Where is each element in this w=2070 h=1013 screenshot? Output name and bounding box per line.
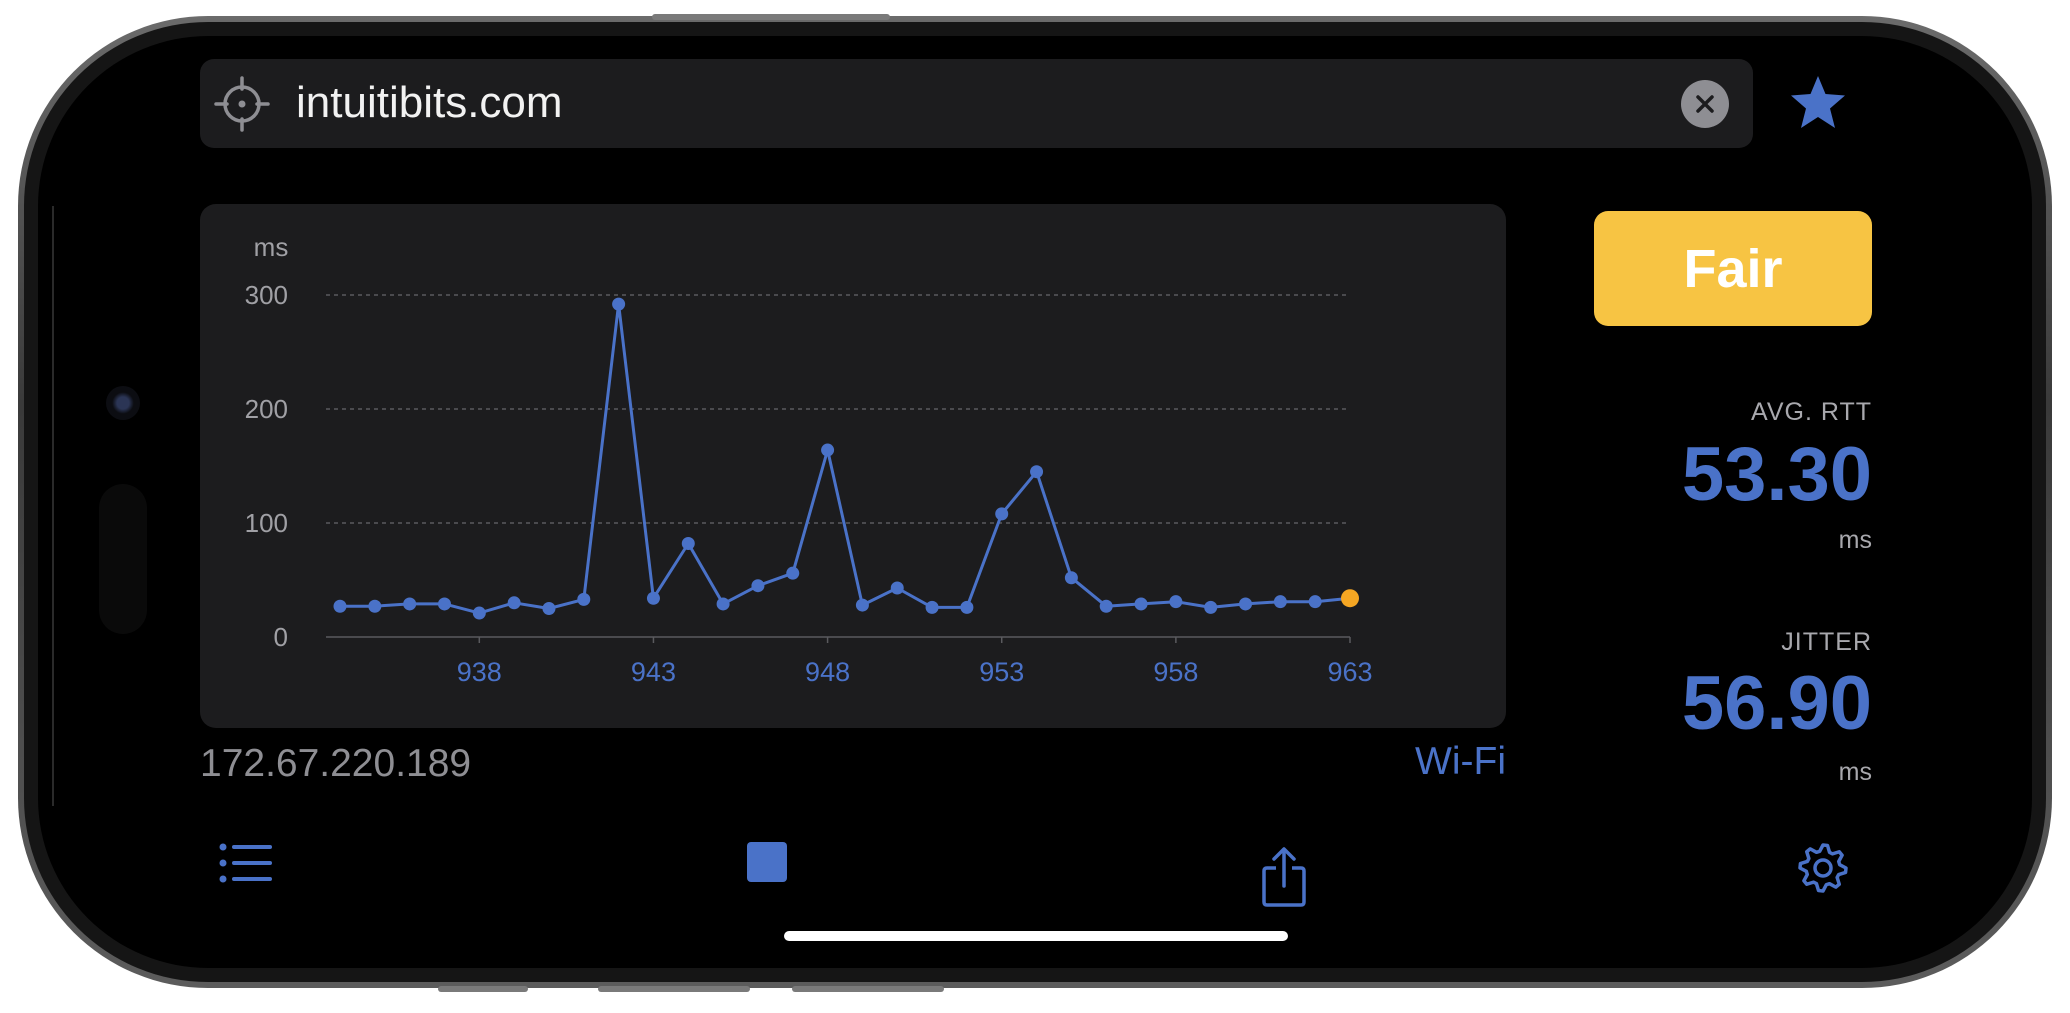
clear-button[interactable]	[1681, 80, 1729, 128]
data-point	[995, 507, 1009, 521]
data-point	[1169, 595, 1183, 609]
data-point	[1239, 597, 1253, 611]
data-point	[507, 596, 521, 610]
screen: intuitibits.com ms 0 100 200 300 938 943 948 953…	[38, 36, 2032, 968]
data-point	[542, 602, 556, 615]
data-point	[403, 597, 417, 611]
bottom-side-button-2	[598, 986, 750, 992]
data-point	[786, 566, 800, 580]
latency-chart: ms 0 100 200 300 938 943 948 953 958 963	[200, 204, 1506, 728]
bottom-side-button-1	[438, 986, 528, 992]
gear-icon[interactable]	[1796, 841, 1850, 895]
data-point	[960, 600, 974, 614]
jitter-value: 56.90	[1681, 661, 1872, 746]
x-tick-label: 953	[979, 657, 1024, 687]
data-point	[821, 443, 835, 457]
data-point	[1064, 571, 1078, 585]
data-point	[577, 592, 591, 606]
x-tick-label: 938	[457, 657, 502, 687]
address-bar[interactable]: intuitibits.com	[200, 59, 1753, 148]
data-point	[1308, 595, 1322, 609]
y-tick-label: 300	[245, 280, 288, 310]
jitter-label: JITTER	[1781, 628, 1872, 656]
stop-icon[interactable]	[747, 842, 787, 882]
star-icon[interactable]	[1788, 72, 1848, 132]
list-icon[interactable]	[218, 841, 274, 885]
latest-data-point	[1341, 589, 1359, 608]
top-side-button	[652, 14, 890, 20]
screen-edge	[52, 206, 54, 806]
y-tick-label: 100	[245, 508, 288, 538]
ip-address: 172.67.220.189	[200, 742, 472, 785]
share-icon[interactable]	[1260, 846, 1308, 908]
data-point	[472, 606, 486, 620]
data-point	[612, 297, 626, 311]
x-tick-label: 948	[805, 657, 850, 687]
jitter-unit: ms	[1838, 758, 1872, 786]
data-point	[855, 598, 869, 612]
y-tick-label: 200	[245, 394, 288, 424]
data-point	[1030, 465, 1044, 479]
connection-type: Wi-Fi	[1415, 740, 1506, 783]
data-point	[333, 599, 347, 613]
x-tick-label: 943	[631, 657, 676, 687]
camera	[106, 386, 140, 420]
data-point	[1134, 597, 1148, 611]
avg-rtt-label: AVG. RTT	[1751, 398, 1872, 426]
y-axis-label: ms	[254, 232, 289, 262]
crosshair-icon[interactable]	[214, 76, 270, 132]
data-point	[1204, 600, 1218, 614]
data-point	[368, 599, 382, 613]
data-point	[1099, 599, 1113, 613]
avg-rtt-unit: ms	[1838, 526, 1872, 554]
data-point	[681, 537, 695, 551]
y-tick-label: 0	[274, 622, 288, 652]
quality-badge: Fair	[1594, 211, 1872, 326]
home-indicator	[784, 931, 1288, 941]
chart-svg: ms 0 100 200 300 938 943 948 953 958 963	[245, 232, 1373, 687]
data-point	[890, 581, 904, 595]
url-input[interactable]: intuitibits.com	[296, 77, 563, 129]
bottom-side-button-3	[792, 986, 944, 992]
x-tick-label: 963	[1327, 657, 1372, 687]
avg-rtt-value: 53.30	[1681, 432, 1872, 517]
data-point	[646, 591, 660, 605]
x-tick-label: 958	[1153, 657, 1198, 687]
data-point	[1273, 595, 1287, 609]
data-point	[751, 579, 765, 593]
data-point	[716, 597, 730, 611]
series-line	[340, 302, 1351, 615]
data-point	[925, 600, 939, 614]
dynamic-island	[99, 484, 147, 634]
data-point	[437, 597, 451, 611]
close-icon	[1696, 95, 1714, 113]
